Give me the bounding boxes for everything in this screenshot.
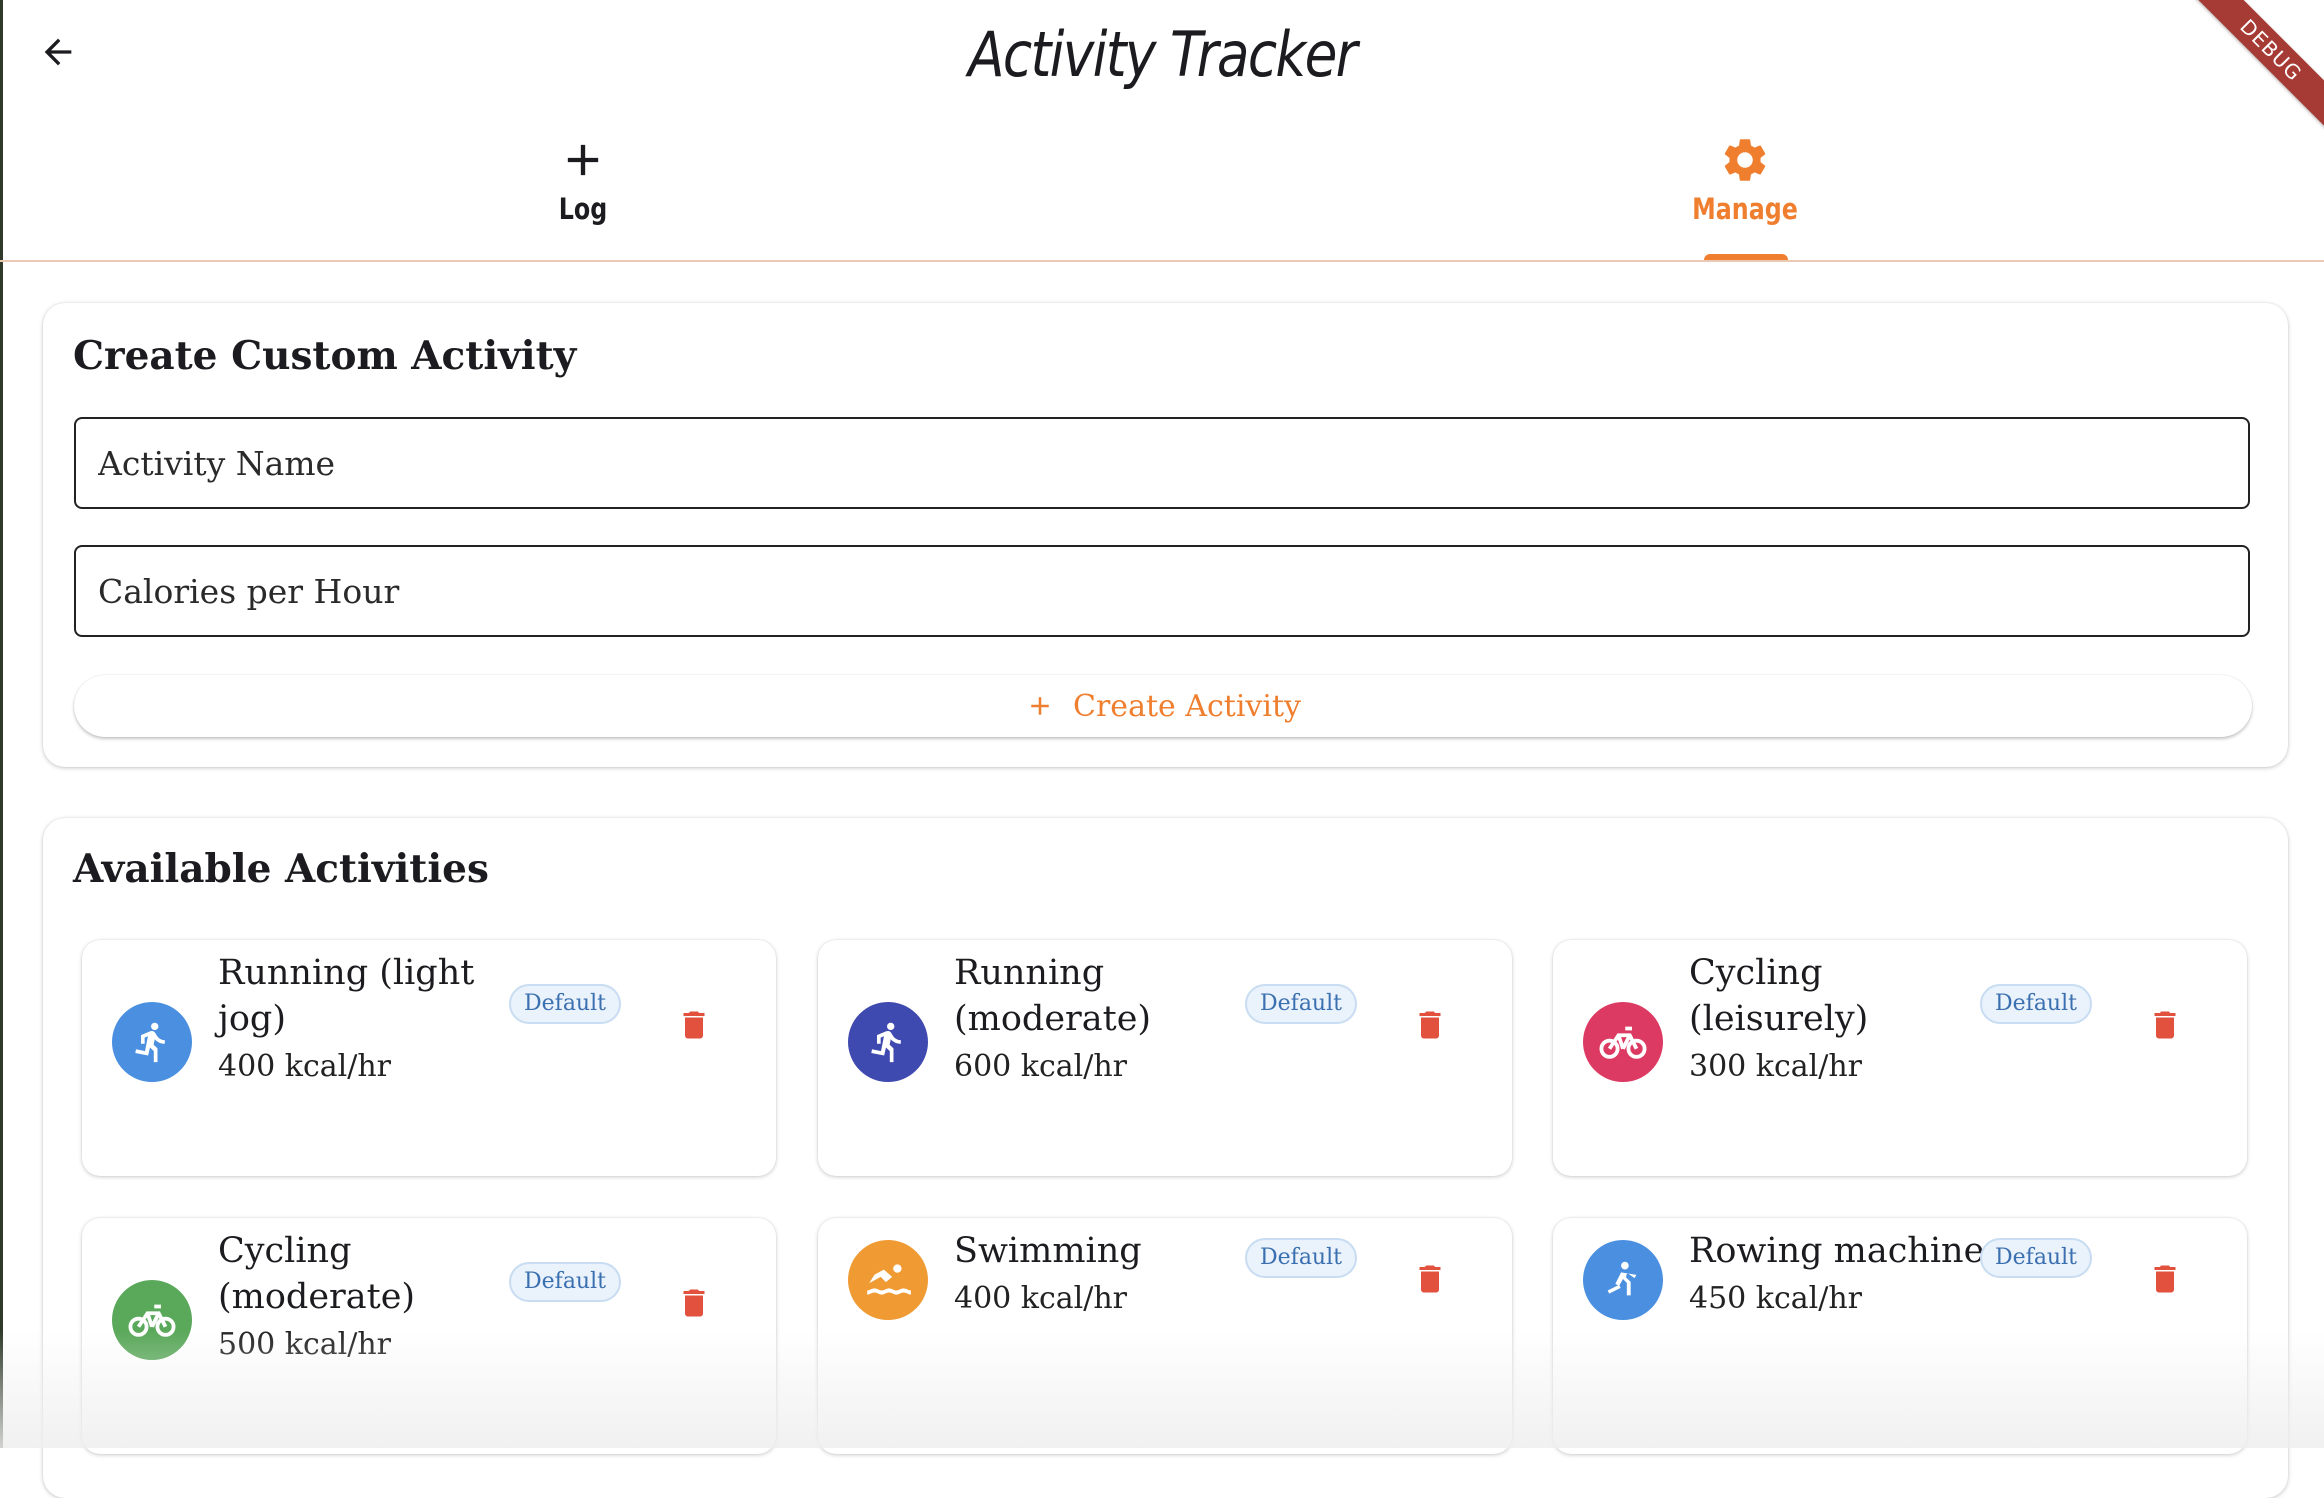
bicycle-icon — [1599, 1026, 1647, 1059]
create-activity-card: Create Custom Activity Create Activity — [43, 303, 2288, 767]
activity-kcal: 600 kcal/hr — [954, 1049, 1128, 1084]
running-icon — [871, 1022, 901, 1063]
tab-log-label: Log — [558, 192, 608, 226]
swimming-icon — [867, 1264, 911, 1295]
delete-button[interactable] — [674, 1004, 714, 1046]
plus-icon — [567, 144, 599, 176]
activity-tile[interactable]: Running (moderate) 600 kcal/hr Default — [818, 940, 1512, 1176]
activity-avatar — [848, 1002, 928, 1082]
activity-avatar — [1583, 1002, 1663, 1082]
tab-log[interactable]: Log — [433, 134, 733, 254]
activity-name: Rowing machine — [1689, 1231, 1985, 1271]
create-activity-button[interactable]: Create Activity — [74, 675, 2252, 737]
create-activity-title: Create Custom Activity — [73, 333, 577, 379]
activity-avatar — [1583, 1240, 1663, 1320]
create-activity-label: Create Activity — [1073, 688, 1301, 724]
default-badge: Default — [1980, 1238, 2092, 1278]
rowing-icon — [1607, 1261, 1637, 1296]
activity-tile[interactable]: Cycling (moderate) 500 kcal/hr Default — [82, 1218, 776, 1454]
delete-button[interactable] — [1410, 1258, 1450, 1300]
delete-button[interactable] — [1410, 1004, 1450, 1046]
trash-icon — [683, 1011, 705, 1039]
default-badge: Default — [509, 1262, 621, 1302]
activity-avatar — [848, 1240, 928, 1320]
arrow-left-icon — [44, 38, 72, 66]
activity-kcal: 500 kcal/hr — [218, 1327, 392, 1362]
tab-bar: Log Manage — [0, 120, 2324, 262]
activity-kcal: 400 kcal/hr — [954, 1281, 1128, 1316]
default-badge: Default — [1245, 984, 1357, 1024]
delete-button[interactable] — [2145, 1258, 2185, 1300]
activity-avatar — [112, 1002, 192, 1082]
delete-button[interactable] — [2145, 1004, 2185, 1046]
trash-icon — [2154, 1265, 2176, 1293]
activity-kcal: 400 kcal/hr — [218, 1049, 392, 1084]
trash-icon — [683, 1289, 705, 1317]
tab-manage[interactable]: Manage — [1595, 134, 1895, 254]
activity-kcal: 450 kcal/hr — [1689, 1281, 1863, 1316]
activity-tile[interactable]: Cycling (leisurely) 300 kcal/hr Default — [1553, 940, 2247, 1176]
running-icon — [135, 1022, 165, 1063]
gear-icon — [1724, 139, 1766, 181]
activity-tile[interactable]: Swimming 400 kcal/hr Default — [818, 1218, 1512, 1454]
activity-name: Running (moderate) — [954, 953, 1152, 1039]
activity-name: Running (light jog) — [218, 953, 475, 1039]
page-title: Activity Tracker — [968, 18, 1357, 91]
plus-icon — [1031, 697, 1049, 715]
activity-name: Cycling (leisurely) — [1689, 953, 1869, 1039]
default-badge: Default — [509, 984, 621, 1024]
bicycle-icon — [128, 1304, 176, 1337]
calories-per-hour-input[interactable] — [74, 545, 2250, 637]
app-bar: Activity Tracker DEBUG — [0, 0, 2324, 150]
activity-name: Cycling (moderate) — [218, 1231, 416, 1317]
trash-icon — [2154, 1011, 2176, 1039]
available-activities-card: Available Activities Running (light jog)… — [43, 818, 2288, 1498]
available-activities-title: Available Activities — [73, 846, 489, 892]
default-badge: Default — [1245, 1238, 1357, 1278]
trash-icon — [1419, 1265, 1441, 1293]
tab-manage-label: Manage — [1692, 192, 1798, 226]
activity-tile[interactable]: Rowing machine 450 kcal/hr Default — [1553, 1218, 2247, 1454]
activity-name-input[interactable] — [74, 417, 2250, 509]
trash-icon — [1419, 1011, 1441, 1039]
activity-name: Swimming — [954, 1231, 1142, 1271]
default-badge: Default — [1980, 984, 2092, 1024]
back-button[interactable] — [28, 22, 88, 82]
tab-indicator — [1704, 254, 1788, 260]
activity-kcal: 300 kcal/hr — [1689, 1049, 1863, 1084]
activity-tile[interactable]: Running (light jog) 400 kcal/hr Default — [82, 940, 776, 1176]
delete-button[interactable] — [674, 1282, 714, 1324]
activity-avatar — [112, 1280, 192, 1360]
